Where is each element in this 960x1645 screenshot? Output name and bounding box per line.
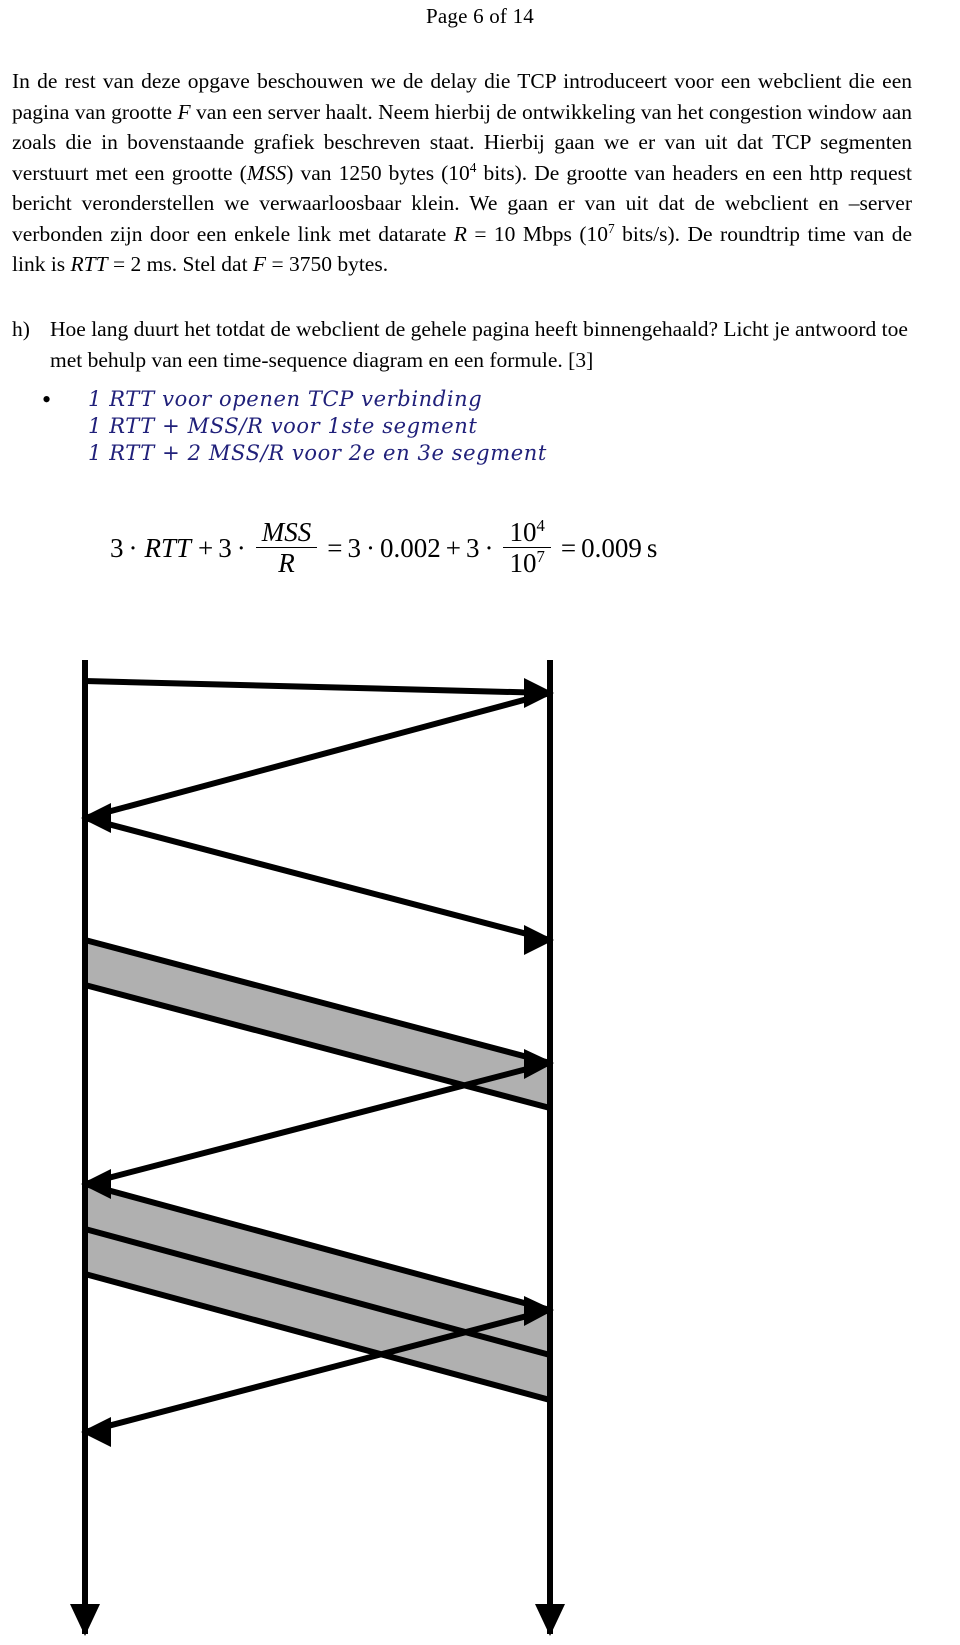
formula-rtt-symbol: RTT xyxy=(144,533,192,564)
formula-fraction-mss-over-r: MSS R xyxy=(255,517,318,578)
formula-r-denominator: R xyxy=(255,547,318,578)
page-number-header: Page 6 of 14 xyxy=(426,4,534,28)
question-marker: h) xyxy=(12,317,30,341)
arrow-line-syn-ack xyxy=(84,690,551,821)
answer-formula: 3 · RTT + 3 · MSS R = 3 · 0.002 + 3 · 10… xyxy=(110,516,662,579)
formula-equals-1: = xyxy=(327,533,343,564)
answer-lines: 1 RTT voor openen TCP verbinding 1 RTT +… xyxy=(88,386,598,467)
formula-coef-rtt: 3 xyxy=(110,533,124,564)
right-timeline-arrowhead xyxy=(535,1604,565,1636)
formula-dot-1: · xyxy=(128,533,138,564)
formula-coef-mss-value: 3 xyxy=(465,533,480,564)
answer-line-3: 1 RTT + 2 MSS/R voor 2e en 3e segment xyxy=(88,441,547,465)
answer-line-1: 1 RTT voor openen TCP verbinding xyxy=(88,387,483,411)
formula-dot-3: · xyxy=(366,533,375,564)
formula-result: 0.009 xyxy=(581,533,642,564)
formula-coef-rtt-value: 3 xyxy=(347,533,362,564)
formula-rtt-value: 0.002 xyxy=(380,533,441,564)
formula-dot-2: · xyxy=(236,533,246,564)
bullet-icon: • xyxy=(42,385,52,414)
timelines xyxy=(70,660,565,1636)
arrow-line-ack-plus-request xyxy=(84,815,551,943)
formula-coef-mss: 3 xyxy=(218,533,232,564)
formula-unit: s xyxy=(646,533,658,564)
formula-mss-bits: 104 xyxy=(509,516,545,547)
answer-line-2: 1 RTT + MSS/R voor 1ste segment xyxy=(88,414,478,438)
assignment-paragraph: In de rest van deze opgave beschouwen we… xyxy=(12,69,913,276)
question-text: Hoe lang duurt het totdat de webclient d… xyxy=(50,317,908,372)
formula-dot-4: · xyxy=(484,533,494,564)
formula-mss-numerator: MSS xyxy=(261,517,312,547)
left-timeline-arrowhead xyxy=(70,1604,100,1636)
arrow-line-ack-1 xyxy=(84,1060,551,1187)
question-item-h: h) Hoe lang duurt het totdat de webclien… xyxy=(12,314,920,375)
formula-fraction-bits-over-rate: 104 107 xyxy=(503,516,551,578)
formula-equals-2: = xyxy=(560,533,577,564)
time-sequence-svg xyxy=(70,660,565,1636)
time-sequence-diagram xyxy=(0,620,960,1645)
formula-plus-1: + xyxy=(198,533,214,564)
arrow-line-syn xyxy=(84,678,551,696)
formula-rate-bits: 107 xyxy=(503,547,551,578)
answer-annotation: • 1 RTT voor openen TCP verbinding 1 RTT… xyxy=(38,386,598,467)
formula-plus-2: + xyxy=(445,533,461,564)
